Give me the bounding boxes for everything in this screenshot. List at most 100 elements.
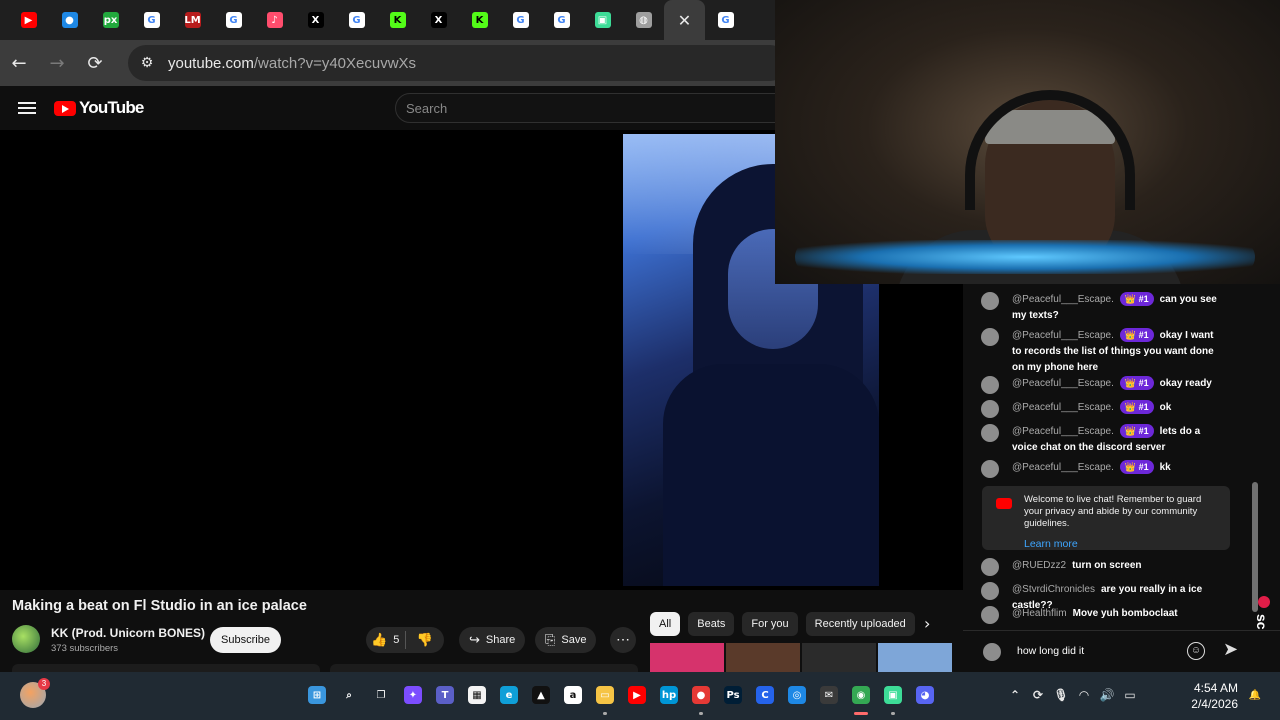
chat-message-input[interactable]: how long did it xyxy=(1007,639,1207,663)
weather-widget[interactable]: 3 xyxy=(20,678,50,708)
chat-author[interactable]: @Peaceful___Escape. xyxy=(1012,378,1114,389)
video-thumbnail[interactable] xyxy=(726,643,800,673)
copilot-icon[interactable]: ✦ xyxy=(404,686,422,704)
browser-tab[interactable]: LM xyxy=(172,0,213,40)
avatar[interactable] xyxy=(981,460,999,478)
youtube-logo[interactable]: YouTube xyxy=(54,98,144,118)
store-icon[interactable]: ▦ xyxy=(468,686,486,704)
browser-tab[interactable]: ▶ xyxy=(8,0,49,40)
teams-icon[interactable]: T xyxy=(436,686,454,704)
app-icon[interactable]: ✉ xyxy=(820,686,838,704)
wifi-icon[interactable]: ◠ xyxy=(1075,686,1093,704)
active-tab[interactable]: ✕ xyxy=(664,0,705,40)
avatar[interactable] xyxy=(981,328,999,346)
app-icon[interactable]: C xyxy=(756,686,774,704)
chevron-right-icon[interactable]: › xyxy=(924,614,930,633)
search-input[interactable]: Search xyxy=(395,93,795,123)
dislike-button[interactable]: 👎 xyxy=(406,627,445,653)
browser-tab[interactable]: G xyxy=(336,0,377,40)
chat-author[interactable]: @Peaceful___Escape. xyxy=(1012,402,1114,413)
app-icon[interactable]: ▣ xyxy=(884,686,902,704)
video-thumbnail[interactable] xyxy=(878,643,952,673)
browser-tab[interactable]: G xyxy=(541,0,582,40)
avatar[interactable] xyxy=(981,376,999,394)
search-icon[interactable]: ⌕ xyxy=(340,686,358,704)
site-info-icon[interactable]: ⚙ xyxy=(136,52,158,74)
chat-author[interactable]: @Peaceful___Escape. xyxy=(1012,426,1114,437)
chat-author[interactable]: @RUEDzz2 xyxy=(1012,560,1066,571)
filter-chip[interactable]: All xyxy=(650,612,681,636)
browser-tab[interactable]: K xyxy=(459,0,500,40)
reload-button[interactable]: ⟳ xyxy=(76,44,114,82)
start-icon[interactable]: ⊞ xyxy=(308,686,326,704)
like-button[interactable]: 👍 5 xyxy=(366,627,405,653)
close-icon[interactable]: ✕ xyxy=(678,11,691,30)
avatar[interactable] xyxy=(981,292,999,310)
notification-icon[interactable]: 🔔 xyxy=(1246,686,1264,704)
avatar[interactable] xyxy=(981,582,999,600)
volume-icon[interactable]: 🔊 xyxy=(1098,686,1116,704)
chat-author[interactable]: @StvrdiChronicles xyxy=(1012,584,1095,595)
menu-icon[interactable] xyxy=(18,102,36,114)
address-bar[interactable]: ⚙ youtube.com/watch?v=y40XecuvwXs xyxy=(128,45,788,81)
chat-scrollbar[interactable] xyxy=(1252,482,1258,612)
browser-tab[interactable]: G xyxy=(705,0,746,40)
video-thumbnail[interactable] xyxy=(650,643,724,673)
avatar[interactable] xyxy=(981,558,999,576)
battery-icon[interactable]: ▭ xyxy=(1121,686,1139,704)
browser-tab[interactable]: ▣ xyxy=(582,0,623,40)
chat-author[interactable]: @Peaceful___Escape. xyxy=(1012,294,1114,305)
chrome-icon[interactable]: ◉ xyxy=(852,686,870,704)
chat-author[interactable]: @Peaceful___Escape. xyxy=(1012,330,1114,341)
file-explorer-icon[interactable]: ▭ xyxy=(596,686,614,704)
google-icon: G xyxy=(717,12,734,28)
chat-author[interactable]: @Peaceful___Escape. xyxy=(1012,462,1114,473)
forward-button[interactable]: → xyxy=(38,44,76,82)
chevron-up-icon[interactable]: ⌃ xyxy=(1006,686,1024,704)
amazon-icon[interactable]: a xyxy=(564,686,582,704)
filter-chip[interactable]: Beats xyxy=(688,612,735,636)
app-icon[interactable]: ◎ xyxy=(788,686,806,704)
task-view-icon[interactable]: ❐ xyxy=(372,686,390,704)
hp-icon[interactable]: hp xyxy=(660,686,678,704)
send-icon[interactable]: ➤ xyxy=(1223,639,1238,660)
microphone-icon[interactable]: 🎙 xyxy=(1052,686,1070,704)
app-icon[interactable]: ▲ xyxy=(532,686,550,704)
browser-tab[interactable]: ● xyxy=(49,0,90,40)
browser-tab[interactable]: X xyxy=(295,0,336,40)
learn-more-link[interactable]: Learn more xyxy=(1024,538,1222,550)
photoshop-icon[interactable]: Ps xyxy=(724,686,742,704)
avatar[interactable] xyxy=(981,400,999,418)
live-chat-panel: @Peaceful___Escape. 👑 #1 can you see my te… xyxy=(963,284,1280,630)
emoji-icon[interactable]: ☺ xyxy=(1187,642,1205,660)
kick-icon: K xyxy=(471,12,488,28)
browser-tab[interactable]: px xyxy=(90,0,131,40)
browser-tab[interactable]: K xyxy=(377,0,418,40)
discord-icon[interactable]: ◕ xyxy=(916,686,934,704)
browser-tab[interactable]: ♪ xyxy=(254,0,295,40)
edge-icon[interactable]: e xyxy=(500,686,518,704)
avatar[interactable] xyxy=(981,606,999,624)
browser-tab[interactable]: G xyxy=(213,0,254,40)
avatar[interactable] xyxy=(981,424,999,442)
clock[interactable]: 4:54 AM 2/4/2026 xyxy=(1184,680,1238,712)
chat-author[interactable]: @Healthflim xyxy=(1012,608,1067,619)
browser-tab[interactable]: ◍ xyxy=(623,0,664,40)
browser-tab[interactable]: X xyxy=(418,0,459,40)
filter-chip[interactable]: Recently uploaded xyxy=(805,612,915,636)
share-button[interactable]: ↪ Share xyxy=(459,627,526,653)
youtube-icon[interactable]: ▶ xyxy=(628,686,646,704)
like-dislike-group: 👍 5 👎 xyxy=(366,627,444,653)
save-button[interactable]: ⎘ Save xyxy=(535,627,597,653)
video-thumbnail[interactable] xyxy=(802,643,876,673)
app-icon[interactable]: ● xyxy=(692,686,710,704)
filter-chip[interactable]: For you xyxy=(742,612,798,636)
sync-icon[interactable]: ⟳ xyxy=(1029,686,1047,704)
subscribe-button[interactable]: Subscribe xyxy=(210,627,281,653)
more-actions-button[interactable]: ⋯ xyxy=(610,627,636,653)
browser-tab[interactable]: G xyxy=(131,0,172,40)
browser-tab[interactable]: G xyxy=(500,0,541,40)
back-button[interactable]: ← xyxy=(0,44,38,82)
channel-name[interactable]: KK (Prod. Unicorn BONES) xyxy=(51,626,205,640)
channel-avatar[interactable] xyxy=(12,625,40,653)
